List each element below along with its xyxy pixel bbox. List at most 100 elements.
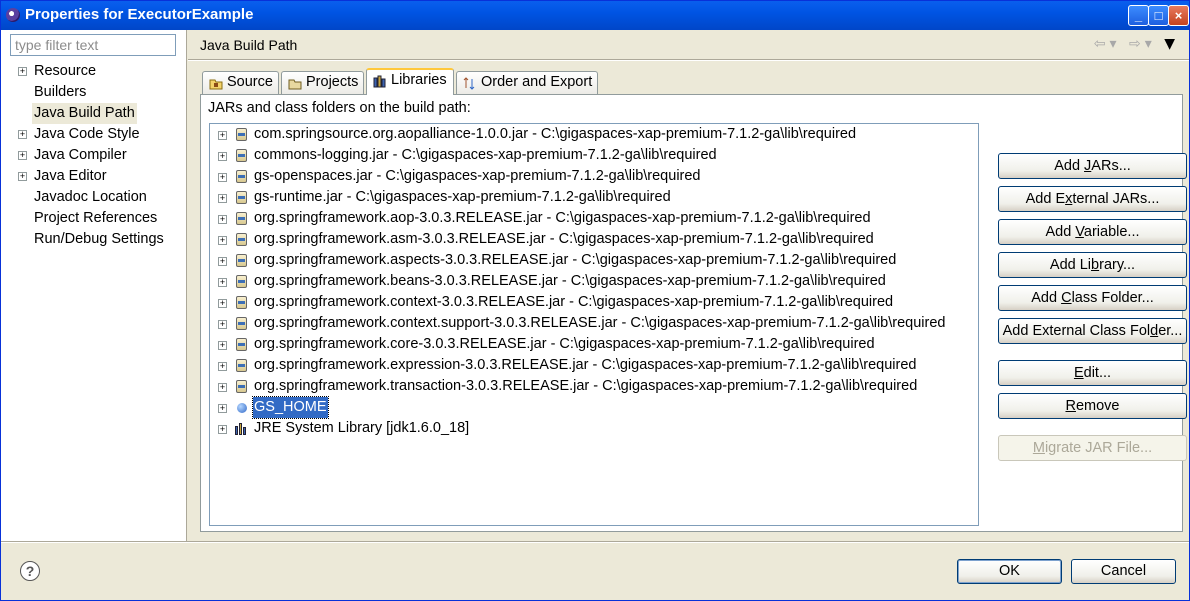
remove-button[interactable]: Remove xyxy=(998,393,1187,419)
help-icon[interactable]: ? xyxy=(20,561,40,581)
back-arrow-icon[interactable]: ⇦▾ xyxy=(1094,36,1121,52)
library-entry-label: org.springframework.expression-3.0.3.REL… xyxy=(254,357,917,373)
expand-icon[interactable]: + xyxy=(18,172,27,181)
library-entry[interactable]: + org.springframework.aop-3.0.3.RELEASE.j… xyxy=(210,208,978,229)
tree-item-label: Java Build Path xyxy=(32,103,137,124)
library-entry[interactable]: + commons-logging.jar - C:\gigaspaces-xap… xyxy=(210,145,978,166)
library-entry[interactable]: + org.springframework.core-3.0.3.RELEASE.… xyxy=(210,334,978,355)
jar-icon xyxy=(236,170,247,183)
btn-mnemonic: C xyxy=(1061,290,1072,306)
btn-text: rary... xyxy=(1099,257,1136,273)
properties-dialog: Properties for ExecutorExample _ □ × typ… xyxy=(0,0,1190,601)
jar-icon xyxy=(236,191,247,204)
libraries-icon xyxy=(373,74,387,88)
btn-text: emove xyxy=(1075,398,1120,414)
order-export-icon xyxy=(463,76,477,90)
add-library-button[interactable]: Add Library... xyxy=(998,252,1187,278)
expand-icon[interactable]: + xyxy=(218,320,227,329)
btn-text: lass Folder... xyxy=(1071,290,1154,306)
expand-icon[interactable]: + xyxy=(218,278,227,287)
preference-tree: + Resource Builders Java Build Path + Java Co… xyxy=(1,61,186,250)
expand-icon[interactable]: + xyxy=(18,67,27,76)
cancel-button[interactable]: Cancel xyxy=(1071,559,1176,584)
library-entry-label: org.springframework.asm-3.0.3.RELEASE.ja… xyxy=(254,231,874,247)
expand-icon[interactable]: + xyxy=(218,194,227,203)
jar-icon xyxy=(236,359,247,372)
library-entry[interactable]: + org.springframework.transaction-3.0.3.R… xyxy=(210,376,978,397)
tree-item[interactable]: Java Build Path xyxy=(1,103,186,124)
edit-button[interactable]: Edit... xyxy=(998,360,1187,386)
jar-icon xyxy=(236,149,247,162)
tab-libraries-label: Libraries xyxy=(391,72,447,88)
ok-button[interactable]: OK xyxy=(957,559,1062,584)
library-entry[interactable]: + GS_HOME xyxy=(210,396,978,419)
library-entry-label: org.springframework.aop-3.0.3.RELEASE.ja… xyxy=(254,210,871,226)
expand-icon[interactable]: + xyxy=(218,299,227,308)
btn-text: er... xyxy=(1158,323,1183,339)
expand-icon[interactable]: + xyxy=(218,257,227,266)
btn-text: ternal JARs... xyxy=(1072,191,1160,207)
tree-item[interactable]: Project References xyxy=(1,208,186,229)
add-external-jars-button[interactable]: Add External JARs... xyxy=(998,186,1187,212)
expand-icon[interactable]: + xyxy=(218,425,227,434)
library-icon xyxy=(235,423,249,435)
minimize-icon[interactable]: _ xyxy=(1128,5,1149,26)
tree-item[interactable]: Javadoc Location xyxy=(1,187,186,208)
library-entry-label: org.springframework.beans-3.0.3.RELEASE.… xyxy=(254,273,886,289)
maximize-icon[interactable]: □ xyxy=(1148,5,1169,26)
forward-arrow-icon[interactable]: ⇨▾ xyxy=(1129,36,1156,52)
library-entry[interactable]: + org.springframework.context.support-3.0… xyxy=(210,313,978,334)
library-entry[interactable]: + org.springframework.asm-3.0.3.RELEASE.j… xyxy=(210,229,978,250)
expand-icon[interactable]: + xyxy=(218,236,227,245)
view-menu-icon[interactable]: ▼ xyxy=(1164,36,1179,52)
tree-item[interactable]: + Java Editor xyxy=(1,166,186,187)
expand-icon[interactable]: + xyxy=(218,152,227,161)
filter-input[interactable]: type filter text xyxy=(10,34,176,56)
expand-icon[interactable]: + xyxy=(218,131,227,140)
expand-icon[interactable]: + xyxy=(18,151,27,160)
expand-icon[interactable]: + xyxy=(218,404,227,413)
add-class-folder-button[interactable]: Add Class Folder... xyxy=(998,285,1187,311)
history-navigation: ⇦▾ ⇨▾ ▼ xyxy=(1094,36,1179,52)
library-entry[interactable]: + org.springframework.aspects-3.0.3.RELEA… xyxy=(210,250,978,271)
close-icon[interactable]: × xyxy=(1168,5,1189,26)
source-folder-icon xyxy=(209,76,223,90)
tree-item[interactable]: + Resource xyxy=(1,61,186,82)
library-entry[interactable]: + JRE System Library [jdk1.6.0_18] xyxy=(210,418,978,439)
tab-libraries[interactable]: Libraries xyxy=(366,68,454,95)
library-entry[interactable]: + gs-openspaces.jar - C:\gigaspaces-xap-p… xyxy=(210,166,978,187)
expand-icon[interactable]: + xyxy=(218,173,227,182)
library-entry-label: org.springframework.context-3.0.3.RELEAS… xyxy=(254,294,894,310)
library-entry[interactable]: + org.springframework.context-3.0.3.RELEA… xyxy=(210,292,978,313)
tab-source[interactable]: Source xyxy=(202,71,279,94)
tab-projects-label: Projects xyxy=(306,74,359,90)
tab-projects[interactable]: Projects xyxy=(281,71,364,94)
add-external-class-folder-button[interactable]: Add External Class Folder... xyxy=(998,318,1187,344)
add-jars-button[interactable]: Add JARs... xyxy=(998,153,1187,179)
tree-item[interactable]: + Java Code Style xyxy=(1,124,186,145)
btn-text: Add xyxy=(1031,290,1062,306)
expand-icon[interactable]: + xyxy=(218,341,227,350)
library-tree[interactable]: + com.springsource.org.aopalliance-1.0.0.… xyxy=(209,123,979,526)
title-bar[interactable]: Properties for ExecutorExample _ □ × xyxy=(1,1,1189,30)
projects-icon xyxy=(288,76,302,90)
tree-item[interactable]: Run/Debug Settings xyxy=(1,229,186,250)
expand-icon[interactable]: + xyxy=(218,215,227,224)
btn-text: Add E xyxy=(1025,191,1066,207)
add-variable-button[interactable]: Add Variable... xyxy=(998,219,1187,245)
tree-item[interactable]: Builders xyxy=(1,82,186,103)
expand-icon[interactable]: + xyxy=(18,130,27,139)
expand-icon[interactable]: + xyxy=(218,362,227,371)
tab-order-and-export[interactable]: Order and Export xyxy=(456,71,598,94)
migrate-jar-button[interactable]: Migrate JAR File... xyxy=(998,435,1187,461)
library-entry[interactable]: + gs-runtime.jar - C:\gigaspaces-xap-prem… xyxy=(210,187,978,208)
tab-order-export-label: Order and Export xyxy=(481,74,593,90)
tree-item-label: Javadoc Location xyxy=(34,189,147,205)
expand-icon[interactable]: + xyxy=(218,383,227,392)
btn-text: igrate JAR File... xyxy=(1044,440,1153,456)
tree-item[interactable]: + Java Compiler xyxy=(1,145,186,166)
library-entry-label: GS_HOME xyxy=(252,396,329,419)
library-entry[interactable]: + org.springframework.beans-3.0.3.RELEASE… xyxy=(210,271,978,292)
library-entry[interactable]: + com.springsource.org.aopalliance-1.0.0.… xyxy=(210,124,978,145)
library-entry[interactable]: + org.springframework.expression-3.0.3.RE… xyxy=(210,355,978,376)
